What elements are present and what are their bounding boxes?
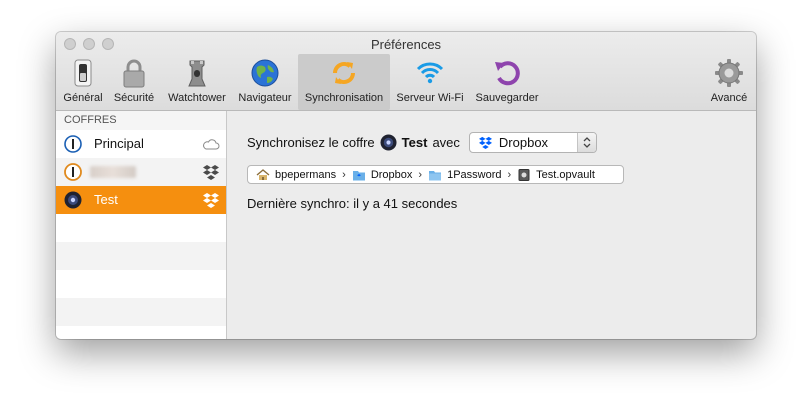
vault-sidebar: COFFRES Principal Test [56, 111, 227, 339]
opvault-file-icon [518, 168, 530, 181]
vault-row-principal[interactable]: Principal [56, 130, 226, 158]
folder-icon [429, 170, 442, 180]
watchtower-icon [188, 60, 206, 87]
vault-row-redacted[interactable] [56, 158, 226, 186]
home-icon [256, 168, 270, 180]
sync-arrows-icon [333, 62, 355, 84]
tab-browser[interactable]: Navigateur [234, 54, 296, 110]
dropbox-icon [203, 165, 219, 180]
tab-security[interactable]: Sécurité [110, 54, 158, 110]
empty-row [56, 242, 226, 270]
titlebar: Préférences Général Sécurité Watchtower … [56, 32, 756, 111]
vault-name: Principal [94, 136, 144, 151]
last-sync-status: Dernière synchro: il y a 41 secondes [247, 196, 458, 211]
gear-icon [715, 59, 743, 87]
tab-watchtower[interactable]: Watchtower [162, 54, 232, 110]
wifi-icon [416, 62, 444, 84]
empty-row [56, 270, 226, 298]
sync-service-select[interactable]: Dropbox [468, 131, 597, 153]
backup-arrow-icon [495, 61, 520, 86]
dropbox-icon [203, 193, 219, 208]
tab-sync[interactable]: Synchronisation [298, 54, 390, 110]
dropbox-icon [478, 136, 492, 149]
chevron-right-icon: › [342, 168, 346, 181]
path-control[interactable]: bpepermans › Dropbox › 1Password › Test.… [247, 165, 624, 184]
tab-advanced[interactable]: Avancé [708, 54, 750, 110]
sync-prefix: Synchronisez le coffre [247, 134, 375, 150]
padlock-icon [123, 59, 145, 88]
vault-row-test[interactable]: Test [56, 186, 226, 214]
path-segment[interactable]: Test.opvault [536, 169, 595, 181]
path-segment[interactable]: 1Password [447, 169, 501, 181]
chevron-right-icon: › [418, 168, 423, 181]
vault-lens-icon [64, 191, 82, 209]
empty-row [56, 214, 226, 242]
vault-1password-icon [64, 163, 82, 181]
tab-wifi-server[interactable]: Serveur Wi-Fi [392, 54, 468, 110]
sync-service-value: Dropbox [498, 134, 549, 150]
preferences-window: Préférences Général Sécurité Watchtower … [56, 32, 756, 339]
up-down-chevron-icon [583, 136, 591, 148]
vault-1password-icon [64, 135, 82, 153]
empty-row [56, 298, 226, 326]
tab-general[interactable]: Général [60, 54, 106, 110]
chevron-right-icon: › [507, 168, 512, 181]
tab-backup[interactable]: Sauvegarder [470, 54, 544, 110]
path-segment[interactable]: Dropbox [371, 169, 413, 181]
sync-panel: Synchronisez le coffre Test avec Dropbox [227, 111, 756, 339]
vault-lens-icon [380, 133, 397, 151]
sync-vault-name: Test [401, 134, 428, 150]
cloud-icon [203, 139, 220, 150]
window-title: Préférences [370, 37, 442, 52]
redacted-vault-name [90, 166, 136, 178]
toolbar: Général Sécurité Watchtower Navigateur S… [56, 54, 756, 110]
sync-sentence: Synchronisez le coffre Test avec Dropbox [247, 131, 597, 153]
vault-name: Test [94, 192, 118, 207]
path-segment[interactable]: bpepermans [275, 169, 336, 181]
sync-suffix: avec [432, 134, 460, 150]
globe-icon [251, 59, 279, 87]
vaults-header: COFFRES [56, 111, 226, 130]
dropbox-folder-icon [352, 170, 365, 180]
general-switch-icon [74, 59, 92, 87]
popup-arrows [576, 132, 596, 152]
